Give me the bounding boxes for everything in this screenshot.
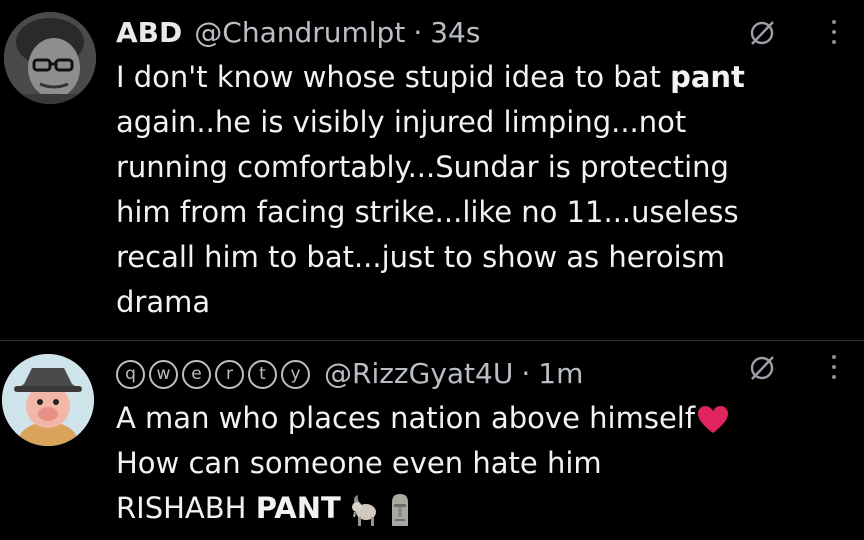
handle-badges: q w e r t y bbox=[116, 359, 314, 389]
user-handle[interactable]: @Chandrumlpt bbox=[194, 13, 405, 53]
separator-dot: · bbox=[413, 16, 423, 49]
letter-badge: r bbox=[215, 359, 244, 389]
red-heart-emoji bbox=[698, 406, 729, 433]
letter-badge: w bbox=[149, 359, 178, 389]
goat-emoji bbox=[351, 495, 376, 526]
user-handle[interactable]: @RizzGyat4U bbox=[324, 354, 513, 394]
mute-icon[interactable] bbox=[747, 18, 777, 48]
display-name[interactable]: ABD bbox=[116, 13, 182, 53]
tweet-text: A man who places nation above himself Ho… bbox=[116, 396, 816, 531]
avatar[interactable] bbox=[4, 12, 96, 104]
timestamp[interactable]: 34s bbox=[430, 13, 480, 53]
separator-dot: · bbox=[521, 357, 531, 390]
moai-emoji bbox=[391, 494, 408, 526]
timestamp[interactable]: 1m bbox=[538, 354, 583, 394]
tweet-header: q w e r t y @RizzGyat4U · 1m bbox=[116, 354, 583, 394]
tweet-line: A man who places nation above himself bbox=[116, 396, 816, 441]
tweet-2[interactable]: q w e r t y @RizzGyat4U · 1m A man who p… bbox=[0, 341, 864, 540]
tweet-line: drama bbox=[116, 285, 211, 319]
tweet-line: him from facing strike...like no 11...us… bbox=[116, 195, 739, 229]
tweet-line: How can someone even hate him bbox=[116, 446, 602, 480]
avatar-photo bbox=[4, 12, 96, 104]
letter-badge: t bbox=[248, 359, 277, 389]
mute-icon[interactable] bbox=[747, 353, 777, 383]
tweet-text: I don't know whose stupid idea to bat pa… bbox=[116, 55, 816, 325]
more-options-icon[interactable] bbox=[829, 351, 839, 385]
tweet-line: I don't know whose stupid idea to bat pa… bbox=[116, 60, 745, 94]
tweet-1[interactable]: ABD @Chandrumlpt · 34s I don't know whos… bbox=[0, 0, 864, 340]
more-options-icon[interactable] bbox=[829, 16, 839, 50]
tweet-line: recall him to bat...just to show as hero… bbox=[116, 240, 726, 274]
tweet-line: again..he is visibly injured limping...n… bbox=[116, 105, 687, 139]
tweet-header: ABD @Chandrumlpt · 34s bbox=[116, 13, 480, 53]
letter-badge: y bbox=[281, 359, 310, 389]
avatar[interactable] bbox=[2, 354, 94, 446]
tweet-line: RISHABH PANT bbox=[116, 486, 816, 531]
letter-badge: q bbox=[116, 359, 145, 389]
tweet-line: running comfortably...Sundar is protecti… bbox=[116, 150, 729, 184]
letter-badge: e bbox=[182, 359, 211, 389]
avatar-cartoon bbox=[2, 354, 94, 446]
